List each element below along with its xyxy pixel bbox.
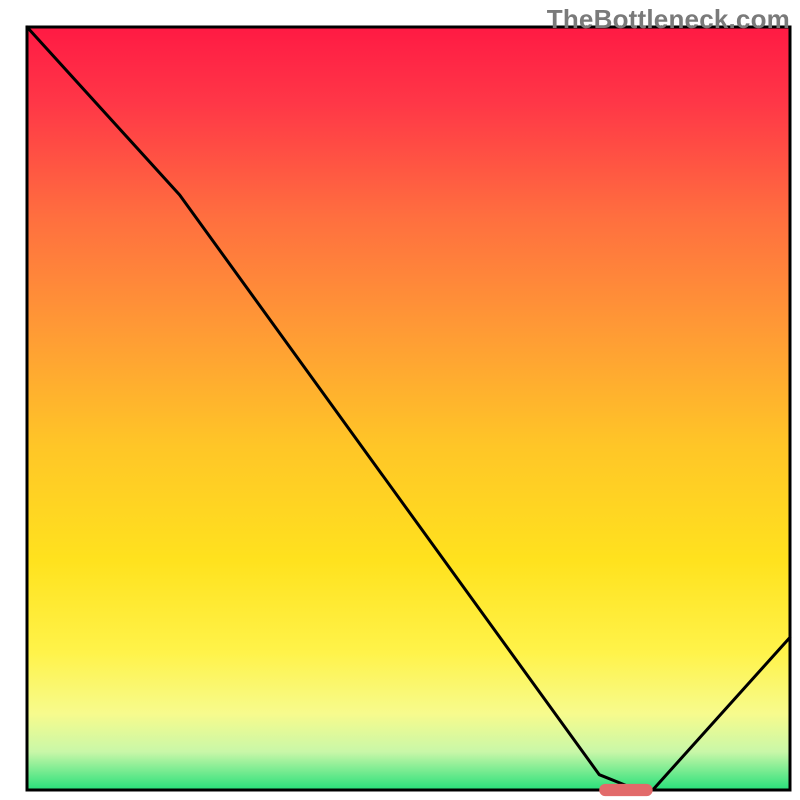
optimal-range-marker xyxy=(599,784,652,796)
watermark-text: TheBottleneck.com xyxy=(547,4,790,35)
plot-background xyxy=(27,27,790,790)
bottleneck-chart xyxy=(0,0,800,800)
chart-container: TheBottleneck.com xyxy=(0,0,800,800)
